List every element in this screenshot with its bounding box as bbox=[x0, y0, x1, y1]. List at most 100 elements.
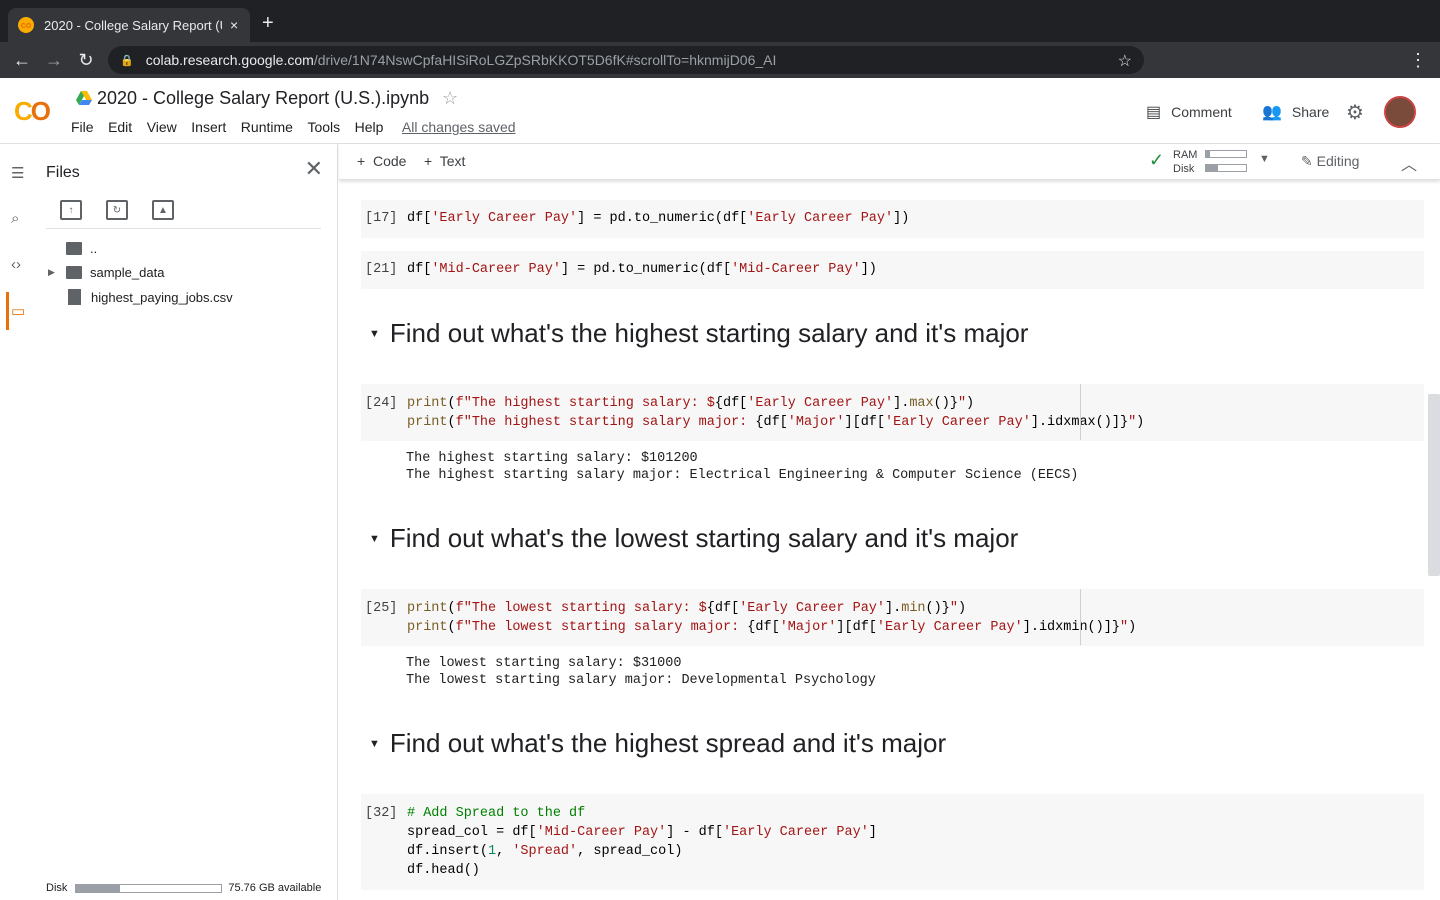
left-rail: ☰ ⌕ ‹› ▭ bbox=[0, 144, 38, 900]
file-item-csv[interactable]: highest_paying_jobs.csv bbox=[48, 289, 233, 305]
back-icon[interactable]: ← bbox=[6, 50, 38, 71]
table-of-contents-icon[interactable]: ☰ bbox=[11, 164, 24, 182]
folder-icon[interactable]: ▭ bbox=[11, 302, 25, 320]
add-text-button[interactable]: + Text bbox=[424, 153, 465, 169]
menu-runtime[interactable]: Runtime bbox=[241, 119, 293, 135]
add-text-label: Text bbox=[439, 153, 466, 169]
mount-drive-icon[interactable]: ▲ bbox=[152, 200, 174, 220]
section-heading[interactable]: ▼ Find out what's the highest spread and… bbox=[369, 728, 946, 759]
execution-count: [24] bbox=[365, 396, 398, 411]
collapse-section-icon[interactable]: ▼ bbox=[369, 328, 380, 340]
code-line: df['Early Career Pay'] = pd.to_numeric(d… bbox=[407, 211, 910, 226]
browser-tab[interactable]: co 2020 - College Salary Report (U.S.).i… bbox=[8, 8, 250, 42]
menu-view[interactable]: View bbox=[147, 119, 177, 135]
divider bbox=[46, 228, 321, 229]
execution-count: [25] bbox=[365, 601, 398, 616]
section-heading[interactable]: ▼ Find out what's the lowest starting sa… bbox=[369, 523, 1018, 554]
execution-count: [21] bbox=[365, 262, 398, 277]
disk-usage-bar bbox=[75, 883, 223, 893]
collapse-header-icon[interactable]: ︿ bbox=[1401, 151, 1417, 175]
code-cell[interactable]: [32] # Add Spread to the df spread_col =… bbox=[361, 794, 1424, 890]
connected-check-icon: ✓ bbox=[1149, 150, 1165, 170]
editing-mode-button[interactable]: ✎ Editing bbox=[1301, 153, 1359, 170]
code-line: print(f"The highest starting salary majo… bbox=[407, 415, 1145, 430]
google-drive-icon[interactable] bbox=[76, 91, 92, 105]
execution-count: [17] bbox=[365, 211, 398, 226]
code-cell[interactable]: [17] df['Early Career Pay'] = pd.to_nume… bbox=[361, 200, 1424, 238]
disk-label: Disk bbox=[46, 882, 68, 894]
cell-output: The lowest starting salary major: Develo… bbox=[406, 673, 876, 688]
colab-header: CO 2020 - College Salary Report (U.S.).i… bbox=[0, 78, 1440, 144]
menu-bar: File Edit View Insert Runtime Tools Help… bbox=[71, 119, 530, 135]
code-snippets-icon[interactable]: ‹› bbox=[11, 256, 21, 273]
runtime-dropdown-icon[interactable]: ▼ bbox=[1259, 153, 1270, 165]
code-line: print(f"The lowest starting salary major… bbox=[407, 620, 1137, 635]
file-name: highest_paying_jobs.csv bbox=[91, 289, 233, 305]
collapse-section-icon[interactable]: ▼ bbox=[369, 738, 380, 750]
files-toolbar: ↑ ↻ ▲ bbox=[60, 200, 174, 220]
close-tab-icon[interactable]: × bbox=[230, 17, 238, 33]
file-item-sample-data[interactable]: ▶ sample_data bbox=[48, 265, 164, 280]
code-cell[interactable]: [21] df['Mid-Career Pay'] = pd.to_numeri… bbox=[361, 251, 1424, 289]
comment-label: Comment bbox=[1171, 104, 1232, 120]
new-tab-icon[interactable]: + bbox=[262, 12, 274, 35]
colab-logo[interactable]: CO bbox=[14, 96, 51, 127]
vertical-scrollbar[interactable] bbox=[1428, 394, 1440, 576]
reload-icon[interactable]: ↻ bbox=[70, 50, 102, 71]
heading-text: Find out what's the highest spread and i… bbox=[389, 728, 947, 758]
file-name: .. bbox=[90, 241, 98, 256]
save-status[interactable]: All changes saved bbox=[402, 119, 516, 135]
bookmark-star-icon[interactable]: ☆ bbox=[1118, 51, 1132, 71]
cell-output: The highest starting salary: $101200 bbox=[406, 451, 698, 466]
code-cell[interactable]: [24] print(f"The highest starting salary… bbox=[361, 384, 1424, 441]
folder-icon bbox=[66, 266, 82, 279]
address-bar[interactable]: 🔒 colab.research.google.com/drive/1N74Ns… bbox=[108, 46, 1144, 74]
settings-gear-icon[interactable]: ⚙ bbox=[1346, 100, 1364, 125]
share-label: Share bbox=[1291, 104, 1330, 120]
section-heading[interactable]: ▼ Find out what's the highest starting s… bbox=[369, 318, 1028, 349]
close-panel-icon[interactable]: ✕ bbox=[305, 156, 323, 182]
cell-output: The highest starting salary major: Elect… bbox=[406, 468, 1079, 483]
menu-file[interactable]: File bbox=[71, 119, 94, 135]
menu-help[interactable]: Help bbox=[355, 119, 384, 135]
disk-usage: Disk 75.76 GB available bbox=[46, 882, 321, 894]
ram-bar bbox=[1205, 150, 1247, 158]
folder-up-icon bbox=[66, 242, 82, 255]
upload-icon[interactable]: ↑ bbox=[60, 200, 82, 220]
star-notebook-icon[interactable]: ☆ bbox=[442, 88, 458, 109]
add-code-label: Code bbox=[372, 153, 407, 169]
editing-label: Editing bbox=[1316, 153, 1360, 169]
code-line: df['Mid-Career Pay'] = pd.to_numeric(df[… bbox=[407, 262, 877, 277]
add-code-button[interactable]: + Code bbox=[357, 153, 406, 169]
code-line: # Add Spread to the df bbox=[407, 806, 586, 821]
files-title: Files bbox=[46, 164, 80, 181]
disk-available: 75.76 GB available bbox=[228, 882, 322, 894]
browser-toolbar: ← → ↻ 🔒 colab.research.google.com/drive/… bbox=[0, 42, 1440, 110]
url-host: colab.research.google.com bbox=[145, 52, 314, 68]
code-cell[interactable]: [25] print(f"The lowest starting salary:… bbox=[361, 589, 1424, 646]
menu-insert[interactable]: Insert bbox=[191, 119, 226, 135]
heading-text: Find out what's the lowest starting sala… bbox=[389, 523, 1019, 553]
refresh-folder-icon[interactable]: ↻ bbox=[106, 200, 128, 220]
forward-icon[interactable]: → bbox=[38, 50, 70, 71]
colab-favicon-icon: co bbox=[18, 17, 34, 33]
cell-output: The lowest starting salary: $31000 bbox=[406, 656, 682, 671]
collapse-section-icon[interactable]: ▼ bbox=[369, 533, 380, 545]
files-panel: Files ✕ ↑ ↻ ▲ .. ▶ sample_data highest_p… bbox=[38, 144, 338, 900]
expand-arrow-icon[interactable]: ▶ bbox=[48, 267, 60, 278]
file-item-parent[interactable]: .. bbox=[48, 241, 97, 256]
people-icon: 👥 bbox=[1262, 104, 1282, 121]
browser-menu-icon[interactable]: ⋮ bbox=[1402, 50, 1434, 71]
resource-monitor[interactable]: RAM Disk bbox=[1173, 148, 1197, 176]
comment-icon: ▤ bbox=[1146, 104, 1162, 121]
search-icon[interactable]: ⌕ bbox=[11, 210, 19, 227]
ram-fill bbox=[1206, 151, 1210, 157]
comment-button[interactable]: ▤ Comment bbox=[1146, 102, 1232, 122]
menu-edit[interactable]: Edit bbox=[108, 119, 132, 135]
notebook-content: [17] df['Early Career Pay'] = pd.to_nume… bbox=[339, 180, 1440, 900]
heading-text: Find out what's the highest starting sal… bbox=[389, 318, 1029, 348]
notebook-title[interactable]: 2020 - College Salary Report (U.S.).ipyn… bbox=[97, 88, 429, 109]
user-avatar[interactable] bbox=[1384, 96, 1416, 128]
menu-tools[interactable]: Tools bbox=[307, 119, 340, 135]
share-button[interactable]: 👥 Share bbox=[1262, 102, 1329, 122]
